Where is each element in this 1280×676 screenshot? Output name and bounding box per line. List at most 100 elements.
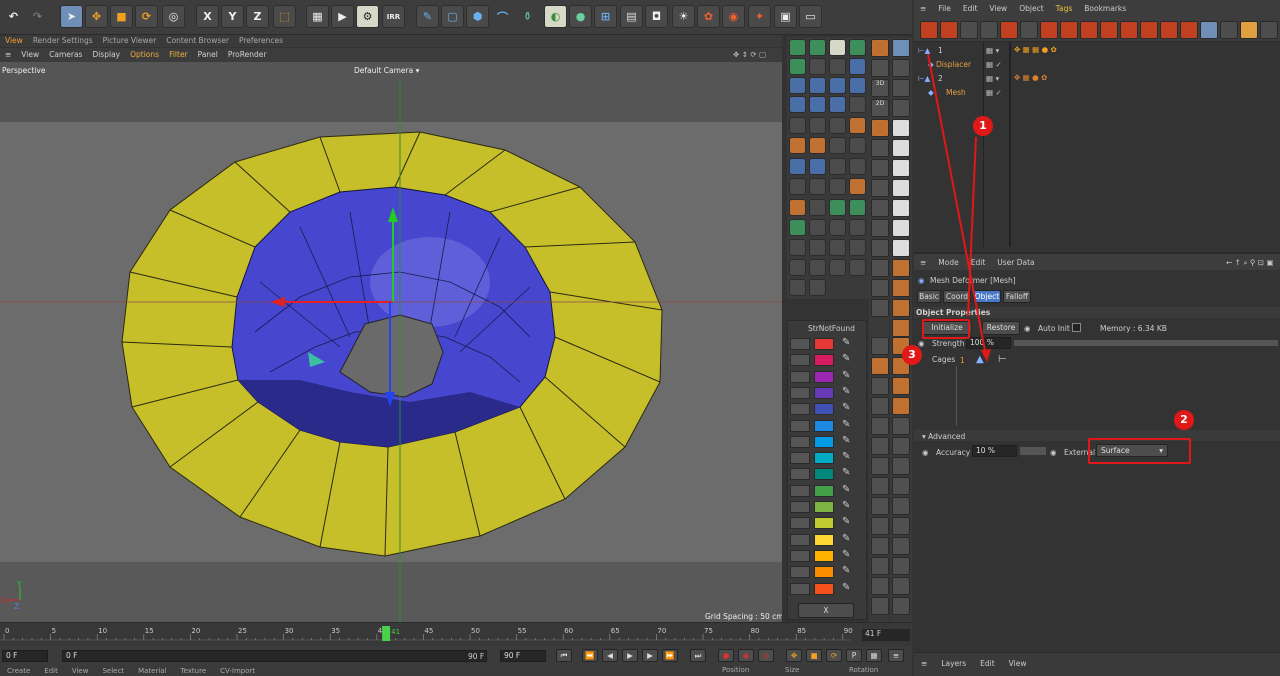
render-region-icon[interactable]: ▦ <box>306 5 329 28</box>
layout-icon-21[interactable] <box>892 437 910 455</box>
palette-icon-50[interactable] <box>809 279 826 296</box>
om-search-icon[interactable] <box>960 21 978 39</box>
palette-icon-47[interactable] <box>829 259 846 276</box>
palette-icon-45[interactable] <box>789 259 806 276</box>
palette-icon-23[interactable] <box>829 137 846 154</box>
om-home-icon[interactable] <box>920 21 938 39</box>
palette-icon-40[interactable] <box>849 219 866 236</box>
palette-icon-25[interactable] <box>789 158 806 175</box>
om-up-icon[interactable] <box>1000 21 1018 39</box>
layout-icon-1[interactable] <box>892 39 910 57</box>
advanced-section[interactable]: ▾ Advanced <box>922 432 965 441</box>
swatch-row[interactable]: ✎ <box>790 353 866 367</box>
palette-icon-43[interactable] <box>829 239 846 256</box>
scale-icon[interactable]: ■ <box>110 5 133 28</box>
eyedropper-icon[interactable]: ✎ <box>842 467 850 478</box>
swatch-row[interactable]: ✎ <box>790 516 866 530</box>
bmenu-cvimport[interactable]: CV-Import <box>213 667 262 675</box>
mode-icon-11[interactable] <box>871 239 889 257</box>
om-tool-13[interactable] <box>1160 21 1178 39</box>
layout-vsplit-icon[interactable] <box>892 179 910 197</box>
palette-icon-46[interactable] <box>809 259 826 276</box>
swatch-gray[interactable] <box>790 549 810 562</box>
om-menu-file[interactable]: File <box>932 0 957 17</box>
playback-icon[interactable]: ▣ <box>774 5 797 28</box>
swatch-gray[interactable] <box>790 419 810 432</box>
live-select-icon[interactable]: ◎ <box>162 5 185 28</box>
accuracy-slider[interactable] <box>1020 447 1046 455</box>
layout-hsplit-icon[interactable] <box>892 159 910 177</box>
camera-view-icon[interactable]: ▢ <box>441 5 464 28</box>
bmenu-texture[interactable]: Texture <box>174 667 214 675</box>
auto-init-checkbox[interactable] <box>1072 323 1081 332</box>
swatch-row[interactable]: ✎ <box>790 435 866 449</box>
mode-icon-6[interactable] <box>871 139 889 157</box>
eyedropper-icon[interactable]: ✎ <box>842 451 850 462</box>
object-row-1[interactable]: ⊢▲ 1 ▦ ▾ ✥ ▦ ▦ ● ✿ <box>914 44 1280 58</box>
accuracy-field[interactable]: 10 % <box>972 445 1017 457</box>
swatch-color[interactable] <box>814 566 834 579</box>
visibility-dots-3[interactable]: ▦ ▾ <box>986 74 999 83</box>
key-pla-icon[interactable]: ▦ <box>866 649 882 662</box>
mode-icon-12[interactable] <box>871 259 889 277</box>
layers-menu-layers[interactable]: Layers <box>934 653 973 674</box>
mode-icon-20[interactable] <box>871 437 889 455</box>
om-menu-object[interactable]: Object <box>1013 0 1049 17</box>
swatch-gray[interactable] <box>790 501 810 513</box>
swatch-gray[interactable] <box>790 338 810 350</box>
palette-icon-8[interactable] <box>849 58 866 75</box>
palette-icon-42[interactable] <box>809 239 826 256</box>
color-panel-close-button[interactable]: X <box>798 603 854 618</box>
mode-icon-21[interactable] <box>871 457 889 475</box>
object-row-4[interactable]: ◆ Mesh ▦ ✓ <box>914 86 1280 100</box>
eyedropper-icon[interactable]: ✎ <box>842 549 850 560</box>
swatch-color[interactable] <box>814 338 834 350</box>
menu-preferences[interactable]: Preferences <box>234 35 288 46</box>
palette-icon-31[interactable] <box>829 178 846 195</box>
eyedropper-icon[interactable]: ✎ <box>842 353 850 364</box>
prev-key-icon[interactable]: ⏪ <box>582 649 598 662</box>
mode-icon-8[interactable] <box>871 179 889 197</box>
palette-icon-18[interactable] <box>809 117 826 134</box>
camera-label[interactable]: Default Camera ▾ <box>354 66 419 75</box>
vmenu-panel[interactable]: Panel <box>193 48 223 61</box>
swatch-gray[interactable] <box>790 582 810 595</box>
mode-icon-9[interactable] <box>871 199 889 217</box>
swatch-gray[interactable] <box>790 468 810 481</box>
tab-basic[interactable]: Basic <box>917 290 941 303</box>
palette-icon-2[interactable] <box>809 39 826 56</box>
palette-icon-4[interactable] <box>849 39 866 56</box>
swatch-row[interactable]: ✎ <box>790 582 866 596</box>
swatch-gray[interactable] <box>790 370 810 383</box>
layers-hamburger-icon[interactable]: ≡ <box>914 653 934 674</box>
layout-icon-3[interactable] <box>892 79 910 97</box>
current-frame-field[interactable]: 41 F <box>862 629 910 641</box>
undo-icon[interactable]: ↶ <box>2 5 25 28</box>
bmenu-material[interactable]: Material <box>131 667 173 675</box>
mode-3d-icon[interactable]: 3D <box>871 79 889 97</box>
palette-icon-11[interactable] <box>829 77 846 94</box>
figure-icon[interactable]: ✦ <box>748 5 771 28</box>
layout-single-icon[interactable] <box>892 119 910 137</box>
tab-falloff[interactable]: Falloff <box>1003 290 1031 303</box>
om-home2-icon[interactable] <box>940 21 958 39</box>
layout-icon-27[interactable] <box>892 557 910 575</box>
menu-picture-viewer[interactable]: Picture Viewer <box>98 35 162 46</box>
restore-button[interactable]: Restore <box>982 321 1020 335</box>
palette-icon-39[interactable] <box>829 219 846 236</box>
vmenu-options[interactable]: Options <box>125 48 164 61</box>
layout-quad-icon[interactable] <box>892 139 910 157</box>
palette-icon-36[interactable] <box>849 199 866 216</box>
mode-icon-17[interactable] <box>871 377 889 395</box>
palette-icon-32[interactable] <box>849 178 866 195</box>
swatch-color[interactable] <box>814 435 834 448</box>
menu-render-settings[interactable]: Render Settings <box>28 35 98 46</box>
om-tool-9[interactable] <box>1080 21 1098 39</box>
end-frame-field[interactable]: 90 F <box>500 650 546 662</box>
tab-coord[interactable]: Coord <box>943 290 971 303</box>
sphere-icon[interactable]: ◐ <box>544 5 567 28</box>
layout-icon-11[interactable] <box>892 239 910 257</box>
swatch-color[interactable] <box>814 517 834 530</box>
om-hamburger-icon[interactable]: ≡ <box>914 0 932 17</box>
om-filter-icon[interactable] <box>980 21 998 39</box>
